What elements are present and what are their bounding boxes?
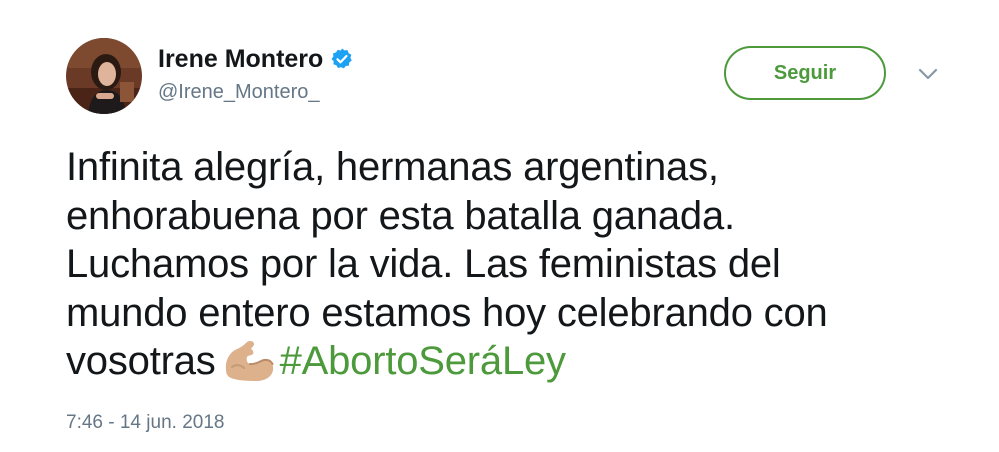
hashtag-link[interactable]: #AbortoSeráLey (280, 339, 566, 383)
flexed-biceps-icon (225, 340, 274, 381)
follow-button[interactable]: Seguir (724, 46, 886, 100)
author-name[interactable]: Irene Montero (158, 44, 323, 74)
tweet-text: Infinita alegría, hermanas argentinas, e… (66, 143, 946, 386)
avatar-photo (66, 38, 142, 114)
author-name-row: Irene Montero (158, 44, 354, 74)
tweet-text-last-line: vosotras #AbortoSeráLey (66, 337, 946, 386)
tweet-card: Irene Montero @Irene_Montero_ Seguir Inf… (0, 0, 999, 452)
tweet-timestamp[interactable]: 7:46 - 14 jun. 2018 (66, 411, 224, 435)
chevron-down-icon[interactable] (914, 64, 942, 84)
tweet-text-line: Luchamos por la vida. Las feministas del (66, 242, 781, 286)
avatar[interactable] (66, 38, 142, 114)
tweet-text-line: enhorabuena por esta batalla ganada. (66, 193, 735, 238)
verified-badge-icon (331, 48, 352, 69)
tweet-text-line: Infinita alegría, hermanas argentinas, (66, 145, 719, 189)
tweet-text-fragment: vosotras (66, 339, 216, 383)
author-handle[interactable]: @Irene_Montero_ (158, 80, 320, 104)
tweet-text-line: mundo entero estamos hoy celebrando con (66, 290, 828, 335)
